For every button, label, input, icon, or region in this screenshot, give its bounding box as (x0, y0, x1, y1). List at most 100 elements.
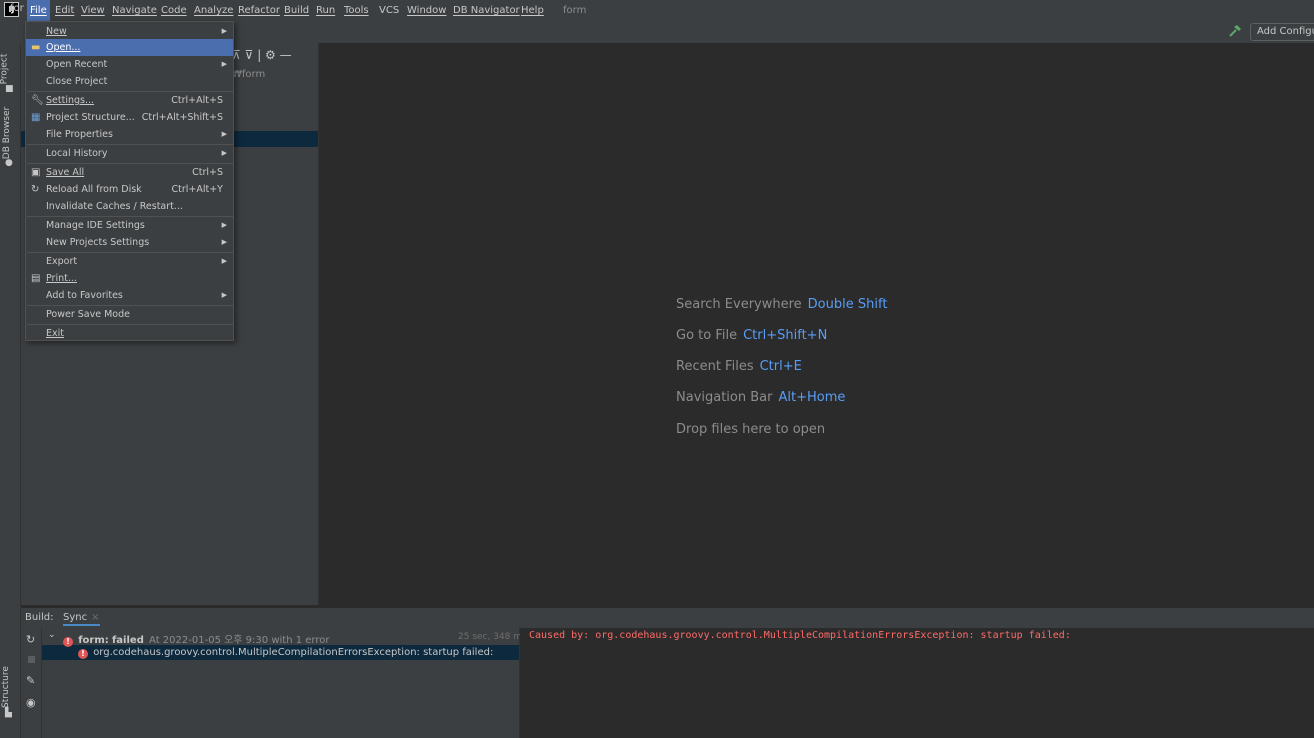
build-error-message: org.codehaus.groovy.control.MultipleComp… (93, 647, 494, 658)
menu-tools[interactable]: Tools (344, 0, 369, 21)
menu-item-export[interactable]: Export ▶ (26, 253, 233, 270)
menu-item-label: File Properties (46, 129, 113, 140)
project-tool-tab[interactable]: Project ■ (0, 48, 19, 94)
close-icon[interactable]: × (91, 612, 99, 623)
menu-view[interactable]: View (81, 0, 105, 21)
hint-text: Go to File (676, 328, 738, 343)
database-icon: ● (5, 158, 13, 168)
submenu-arrow-icon: ▶ (221, 221, 227, 229)
error-icon: ! (63, 637, 73, 647)
menu-item-shortcut: Ctrl+S (192, 167, 223, 178)
hint-shortcut: Double Shift (807, 297, 888, 312)
menu-item-label: Open Recent (46, 59, 108, 70)
menu-item-new[interactable]: New ▶ (26, 23, 233, 40)
submenu-arrow-icon: ▶ (221, 27, 227, 35)
menu-refactor[interactable]: Refactor (238, 0, 280, 21)
menu-item-label: Export (46, 256, 78, 267)
structure-tab-label: Structure (0, 666, 11, 708)
printer-icon: ▤ (31, 273, 41, 284)
menu-item-label: Exit (46, 328, 64, 339)
menu-item-new-projects-settings[interactable]: New Projects Settings ▶ (26, 234, 233, 251)
hammer-icon[interactable] (1228, 24, 1242, 38)
menu-item-local-history[interactable]: Local History ▶ (26, 145, 233, 162)
menu-item-label: Power Save Mode (46, 309, 130, 320)
menu-build[interactable]: Build (284, 0, 309, 21)
menu-item-label: Open... (46, 42, 81, 53)
structure-icon: ▙ (5, 708, 12, 718)
menu-item-label: Add to Favorites (46, 290, 123, 301)
menu-item-add-to-favorites[interactable]: Add to Favorites ▶ (26, 287, 233, 304)
wrench-icon: 🔧︎ (31, 95, 44, 106)
db-browser-tool-tab[interactable]: DB Browser ● (1, 100, 19, 170)
menu-db-navigator[interactable]: DB Navigator (453, 0, 520, 21)
menu-item-save-all[interactable]: ▣ Save All Ctrl+S (26, 164, 233, 181)
eye-icon[interactable]: ◉ (26, 696, 36, 709)
menu-navigate[interactable]: Navigate (112, 0, 157, 21)
build-error-row[interactable]: ! org.codehaus.groovy.control.MultipleCo… (78, 647, 493, 659)
menu-item-label: Settings... (46, 95, 95, 106)
menu-item-reload-all[interactable]: ↻ Reload All from Disk Ctrl+Alt+Y (26, 181, 233, 198)
menu-item-label: Manage IDE Settings (46, 220, 145, 231)
folder-icon: ▬ (31, 42, 41, 53)
submenu-arrow-icon: ▶ (221, 257, 227, 265)
hint-search-everywhere: Search Everywhere Double Shift (676, 297, 887, 312)
hint-go-to-file: Go to File Ctrl+Shift+N (676, 328, 827, 343)
add-configuration-button[interactable]: Add Configuration... (1250, 23, 1314, 41)
menu-item-label: New Projects Settings (46, 237, 150, 248)
menu-item-label: Project Structure... (46, 112, 135, 123)
submenu-arrow-icon: ▶ (221, 149, 227, 157)
save-icon: ▣ (31, 167, 41, 178)
window-title: form (563, 5, 587, 16)
menu-item-label: Reload All from Disk (46, 184, 142, 195)
chevron-down-icon[interactable]: ⌄ (48, 630, 56, 640)
menu-help[interactable]: Help (521, 0, 544, 21)
project-tab-label: Project (0, 53, 10, 85)
build-root-name: form: (78, 635, 109, 646)
sync-icon[interactable]: ↻ (26, 633, 35, 646)
menu-item-power-save-mode[interactable]: Power Save Mode (26, 306, 233, 323)
menu-item-shortcut: Ctrl+Alt+S (171, 95, 223, 106)
menu-run[interactable]: Run (316, 0, 335, 21)
build-duration: 25 sec, 348 ms (458, 632, 527, 642)
menu-item-label: Save All (46, 167, 85, 178)
menu-item-close-project[interactable]: Close Project (26, 73, 233, 90)
menu-item-shortcut: Ctrl+Alt+Y (171, 184, 224, 195)
menu-item-settings[interactable]: 🔧︎ Settings... Ctrl+Alt+S (26, 92, 233, 109)
hint-recent-files: Recent Files Ctrl+E (676, 359, 802, 374)
menu-item-label: Local History (46, 148, 108, 159)
menu-item-label: Print... (46, 273, 77, 284)
menu-item-label: New (46, 26, 67, 37)
menu-item-label: Invalidate Caches / Restart... (46, 201, 183, 212)
folder-icon: ■ (5, 84, 14, 94)
menu-item-project-structure[interactable]: ▦ Project Structure... Ctrl+Alt+Shift+S (26, 109, 233, 126)
menu-item-exit[interactable]: Exit (26, 325, 233, 342)
stop-icon[interactable] (28, 656, 35, 663)
menu-item-manage-ide-settings[interactable]: Manage IDE Settings ▶ (26, 217, 233, 234)
error-icon: ! (78, 649, 88, 659)
menu-item-invalidate-caches[interactable]: Invalidate Caches / Restart... (26, 198, 233, 215)
project-path: ₩form (232, 69, 266, 80)
menu-analyze[interactable]: Analyze (194, 0, 233, 21)
hint-shortcut: Ctrl+E (759, 359, 802, 374)
menu-edit[interactable]: Edit (55, 0, 74, 21)
pin-icon[interactable]: ✎ (26, 674, 35, 687)
menu-code[interactable]: Code (161, 0, 187, 21)
hint-text: Search Everywhere (676, 297, 802, 312)
menu-item-open-recent[interactable]: Open Recent ▶ (26, 56, 233, 73)
submenu-arrow-icon: ▶ (221, 291, 227, 299)
sync-tab[interactable]: Sync × (63, 612, 100, 626)
menu-item-open[interactable]: ▬ Open... (26, 39, 233, 56)
build-root-row[interactable]: ! form: failed At 2022-01-05 오후 9:30 wit… (63, 631, 329, 647)
build-console (520, 628, 1314, 738)
menu-item-print[interactable]: ▤ Print... (26, 270, 233, 287)
menu-item-file-properties[interactable]: File Properties ▶ (26, 126, 233, 143)
db-browser-tab-label: DB Browser (2, 106, 13, 160)
console-error-text: Caused by: org.codehaus.groovy.control.M… (529, 630, 1071, 641)
menu-vcs[interactable]: VCS (379, 0, 399, 21)
menu-window[interactable]: Window (407, 0, 446, 21)
breadcrumb-project[interactable]: for (10, 3, 24, 14)
menu-file[interactable]: File (27, 0, 50, 21)
structure-tool-tab[interactable]: Structure ▙ (1, 660, 19, 720)
project-structure-icon: ▦ (31, 112, 41, 123)
panel-toolbar-icons[interactable]: ⊼ ⊽ | ⚙ — (232, 48, 292, 62)
